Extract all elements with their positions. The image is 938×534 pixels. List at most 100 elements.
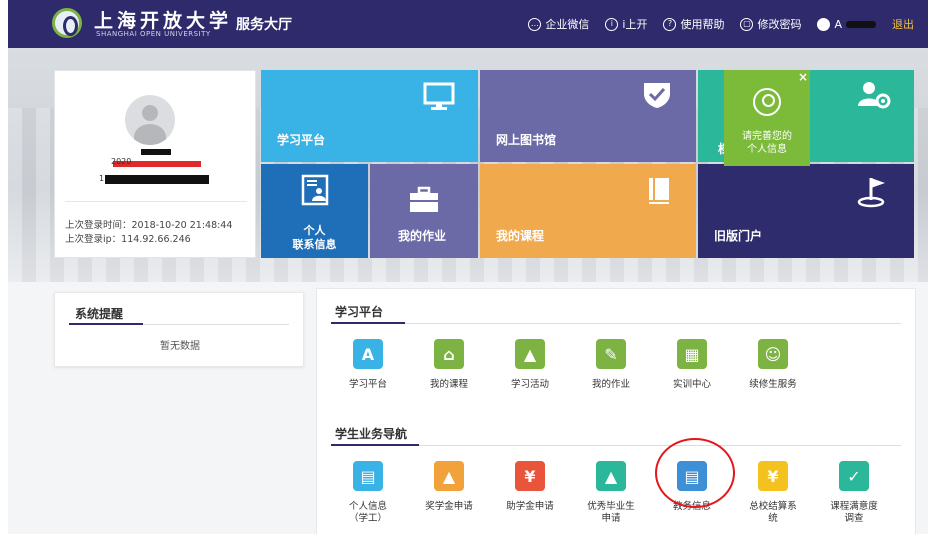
highlight-ring <box>655 438 735 508</box>
app-personal-info[interactable]: ▤ 个人信息 （学工） <box>333 461 403 525</box>
tile-label: 旧版门户 <box>714 229 763 243</box>
coin-hand-icon: ¥ <box>515 461 545 491</box>
survey-icon: ✓ <box>839 461 869 491</box>
app-study-activity[interactable]: ▲ 学习活动 <box>495 339 565 391</box>
app-label: 优秀毕业生 申请 <box>576 501 646 525</box>
app-label-line2: 统 <box>768 513 778 524</box>
logo-english-name: SHANGHAI OPEN UNIVERSITY <box>96 30 211 38</box>
app-scholarship[interactable]: ▲ 奖学金申请 <box>414 461 484 513</box>
tile-label: 个人 联系信息 <box>261 224 368 252</box>
top-header: 上海开放大学 SHANGHAI OPEN UNIVERSITY 服务大厅 … 企… <box>8 0 928 48</box>
link-label: 企业微信 <box>545 18 590 31</box>
teacher-icon: ⌂ <box>434 339 464 369</box>
app-outstanding-graduate[interactable]: ▲ 优秀毕业生 申请 <box>576 461 646 525</box>
apps-panel: 学习平台 A 学习平台 ⌂ 我的课程 ▲ 学习活动 ✎ 我的作业 ▦ 实训中心 … <box>316 288 916 534</box>
app-label-line2: 调查 <box>844 513 864 524</box>
app-label: 总校结算系 统 <box>738 501 808 525</box>
user-circle-icon <box>753 88 781 116</box>
partial-number: 1 <box>99 174 105 183</box>
tile-online-library[interactable]: 网上图书馆 <box>480 70 696 162</box>
app-label: 学习平台 <box>348 379 387 390</box>
app-label-line2: （学工） <box>348 513 387 524</box>
top-links: … 企业微信 i i上开 ? 使用帮助 ▢ 修改密码 A 退出 <box>528 0 914 48</box>
section-rule <box>331 323 901 324</box>
app-label-line1: 优秀毕业生 <box>587 501 635 512</box>
chat-icon: … <box>528 17 542 31</box>
monitor-icon <box>423 82 455 110</box>
link-i-shangkai[interactable]: i i上开 <box>605 16 647 32</box>
last-login-ip: 上次登录ip：114.92.66.246 <box>65 234 191 245</box>
book-a-icon: A <box>353 339 383 369</box>
app-settlement-system[interactable]: ¥ 总校结算系 统 <box>738 461 808 525</box>
panel-title: 系统提醒 <box>75 307 124 321</box>
app-my-course[interactable]: ⌂ 我的课程 <box>414 339 484 391</box>
grad-cap-icon: ▲ <box>596 461 626 491</box>
graduation-cap-icon: ▲ <box>434 461 464 491</box>
close-icon[interactable]: × <box>798 70 808 84</box>
tile-label: 我的课程 <box>496 229 545 243</box>
tile-label-line2: 联系信息 <box>292 238 337 251</box>
link-change-password[interactable]: ▢ 修改密码 <box>740 16 801 32</box>
app-label-line1: 个人信息 <box>348 501 387 512</box>
logo-chinese-name: 上海开放大学 <box>94 10 233 32</box>
tile-my-homework[interactable]: 我的作业 <box>370 164 478 258</box>
app-label: 我的课程 <box>429 379 468 390</box>
yen-icon: ¥ <box>758 461 788 491</box>
app-grant[interactable]: ¥ 助学金申请 <box>495 461 565 513</box>
app-label: 个人信息 （学工） <box>333 501 403 525</box>
tile-study-platform[interactable]: 学习平台 <box>261 70 478 162</box>
app-label-line1: 课程满意度 <box>830 501 878 512</box>
avatar[interactable] <box>125 95 175 145</box>
service-hall-page: 上海开放大学 SHANGHAI OPEN UNIVERSITY 服务大厅 … 企… <box>0 0 938 534</box>
contact-card-icon <box>301 174 329 206</box>
student-section-title: 学生业务导航 <box>335 427 408 441</box>
app-label-line2: 申请 <box>601 513 621 524</box>
section-rule-accent <box>331 444 419 446</box>
app-training-center[interactable]: ▦ 实训中心 <box>657 339 727 391</box>
app-study-platform[interactable]: A 学习平台 <box>333 339 403 391</box>
left-margin <box>0 0 8 534</box>
tile-contact-info[interactable]: 个人 联系信息 <box>261 164 368 258</box>
app-label-line1: 总校结算系 <box>749 501 797 512</box>
user-settings-icon <box>858 82 891 109</box>
tile-label: 学习平台 <box>277 133 326 147</box>
app-label: 学习活动 <box>510 379 549 390</box>
tile-label-line1: 个人 <box>303 224 326 237</box>
system-alerts-panel: 系统提醒 暂无数据 <box>54 292 304 367</box>
page-title: 服务大厅 <box>236 17 292 33</box>
popup-line1: 请完善您的 <box>742 131 792 142</box>
book-icon <box>649 178 669 204</box>
app-label: 实训中心 <box>672 379 711 390</box>
complete-info-popup[interactable]: × 请完善您的 个人信息 <box>724 70 810 166</box>
training-icon: ▦ <box>677 339 707 369</box>
edit-doc-icon: ✎ <box>596 339 626 369</box>
panel-rule-accent <box>69 323 143 325</box>
name-redaction <box>141 149 171 155</box>
study-section-title: 学习平台 <box>335 305 384 319</box>
link-enterprise-wechat[interactable]: … 企业微信 <box>528 16 589 32</box>
app-label: 我的作业 <box>591 379 630 390</box>
app-continuing-service[interactable]: ☺ 续修生服务 <box>738 339 808 391</box>
profile-divider <box>65 201 247 202</box>
popup-message: 请完善您的 个人信息 <box>724 130 810 156</box>
briefcase-icon <box>410 186 438 212</box>
user-menu[interactable]: A <box>817 17 876 31</box>
people-icon: ☺ <box>758 339 788 369</box>
help-icon: ? <box>663 17 677 31</box>
app-course-survey[interactable]: ✓ 课程满意度 调查 <box>819 461 889 525</box>
link-help[interactable]: ? 使用帮助 <box>663 16 724 32</box>
i-icon: i <box>605 17 619 31</box>
app-label: 奖学金申请 <box>425 501 473 512</box>
app-my-homework[interactable]: ✎ 我的作业 <box>576 339 646 391</box>
tile-my-course[interactable]: 我的课程 <box>480 164 696 258</box>
tile-label: 我的作业 <box>398 229 447 243</box>
section-rule-accent <box>331 322 405 324</box>
right-margin <box>928 0 938 534</box>
tile-old-portal[interactable]: 旧版门户 <box>698 164 914 258</box>
shield-check-icon <box>644 83 670 108</box>
logout-link[interactable]: 退出 <box>892 16 914 32</box>
flag-icon <box>857 178 885 208</box>
university-logo-icon[interactable] <box>52 8 82 38</box>
id-card-icon: ▤ <box>353 461 383 491</box>
profile-card: 2020 1 上次登录时间：2018-10-20 21:48:44 上次登录ip… <box>54 70 256 258</box>
